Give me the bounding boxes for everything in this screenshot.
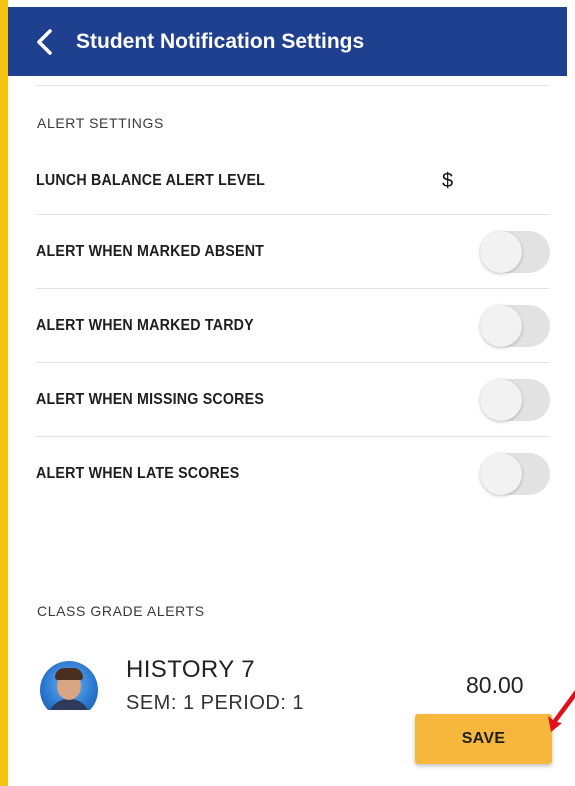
toggle-knob bbox=[480, 230, 522, 273]
settings-content[interactable]: ALERT SETTINGS LUNCH BALANCE ALERT LEVEL… bbox=[8, 76, 567, 710]
absent-toggle[interactable] bbox=[480, 230, 550, 273]
teacher-avatar bbox=[40, 661, 98, 710]
annotation-arrow-icon bbox=[548, 690, 575, 732]
toggle-label-late-scores: ALERT WHEN LATE SCORES bbox=[36, 464, 240, 482]
currency-symbol: $ bbox=[442, 169, 454, 192]
toggle-row-absent: ALERT WHEN MARKED ABSENT bbox=[36, 214, 550, 288]
tardy-toggle[interactable] bbox=[480, 304, 550, 347]
toggle-row-late-scores: ALERT WHEN LATE SCORES bbox=[36, 436, 550, 510]
toggle-knob bbox=[480, 378, 522, 421]
lunch-balance-label: LUNCH BALANCE ALERT LEVEL bbox=[36, 172, 266, 189]
chevron-left-icon bbox=[37, 28, 52, 55]
toggle-label-tardy: ALERT WHEN MARKED TARDY bbox=[36, 316, 254, 334]
class-grade-threshold[interactable]: 80.00 bbox=[466, 672, 524, 699]
frame-border-left bbox=[0, 0, 8, 786]
toggle-row-tardy: ALERT WHEN MARKED TARDY bbox=[36, 288, 550, 362]
page-title: Student Notification Settings bbox=[76, 29, 365, 53]
class-row-history-7[interactable]: HISTORY 7 SEM: 1 PERIOD: 1 80.00 bbox=[36, 652, 550, 710]
toggle-knob bbox=[480, 452, 522, 495]
toggle-knob bbox=[480, 304, 522, 347]
avatar-hair bbox=[55, 668, 83, 680]
footer-bar: SAVE bbox=[8, 710, 567, 786]
section-label-alert-settings: ALERT SETTINGS bbox=[37, 115, 164, 131]
toggle-label-missing-scores: ALERT WHEN MISSING SCORES bbox=[36, 390, 265, 408]
class-name: HISTORY 7 bbox=[126, 656, 255, 683]
late-scores-toggle[interactable] bbox=[480, 452, 550, 495]
section-label-class-grade-alerts: CLASS GRADE ALERTS bbox=[37, 603, 205, 619]
avatar-shirt bbox=[48, 699, 90, 710]
missing-scores-toggle[interactable] bbox=[480, 378, 550, 421]
back-button[interactable] bbox=[18, 7, 70, 76]
divider bbox=[36, 85, 550, 86]
app-header: Student Notification Settings bbox=[8, 7, 567, 76]
toggle-row-missing-scores: ALERT WHEN MISSING SCORES bbox=[36, 362, 550, 436]
lunch-balance-row[interactable]: LUNCH BALANCE ALERT LEVEL $ bbox=[36, 144, 550, 218]
toggle-label-absent: ALERT WHEN MARKED ABSENT bbox=[36, 242, 265, 260]
class-subtitle: SEM: 1 PERIOD: 1 bbox=[126, 692, 305, 710]
save-button[interactable]: SAVE bbox=[415, 714, 552, 764]
